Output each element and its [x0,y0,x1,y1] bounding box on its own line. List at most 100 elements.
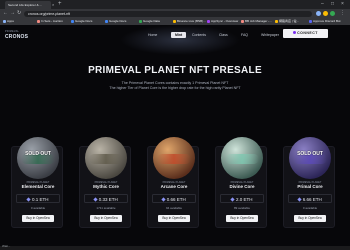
wallet-label: CONNECT [297,31,318,35]
core-card: PRIMEVAL PLANET Arcane Core 0.66 ETH 94 ava… [147,137,199,228]
planet-core-orb [153,137,195,179]
nav-faq[interactable]: FAQ [241,33,248,37]
bookmark-label: Binance Live (BNB)... [177,19,206,23]
bookmark-label: Google Docs [109,19,127,23]
nav-contents[interactable]: Contents [192,33,206,37]
bookmark-label: Apps [7,19,14,23]
extension-icon[interactable] [316,11,321,16]
planet-core-orb [221,137,263,179]
bookmark-item[interactable]: AppSync - Overview [207,18,238,25]
core-name: Divine Core [229,184,255,189]
bookmark-label: BB Job Manager -... [245,19,272,23]
price-value: 0.1 ETH [31,197,49,202]
price-value: 0.66 ETH [166,197,186,202]
bookmark-label: Google Docs [75,19,93,23]
available-count: 1711 available [96,206,116,210]
maximize-icon[interactable]: □ [331,0,334,9]
reload-icon[interactable]: ↻ [17,9,21,18]
browser-tab[interactable]: Second Life Explorer & ... [5,1,51,9]
forward-icon[interactable]: → [10,9,15,18]
available-count: 94 available [165,206,182,210]
eth-icon [230,197,236,202]
menu-kebab-icon[interactable]: ⋮ [340,9,345,18]
buy-in-opensea-button[interactable]: Buy in OpenSea [22,215,54,222]
orb-band [89,154,123,164]
bookmark-favicon-icon [173,19,176,23]
page-title: PRIMEVAL PLANET NFT PRESALE [88,65,262,76]
subtitle-line-2: The higher Tier of Planet Core is the hi… [109,86,241,90]
core-card: SOLD OUT PRIMEVAL PLANET Elemental Core 0.1… [11,137,63,228]
bookmark-favicon-icon [309,19,312,23]
price-value: 6.66 ETH [302,197,322,202]
planet-core-orb [85,137,127,179]
core-price: 6.66 ETH [288,194,332,203]
core-price: 0.66 ETH [152,194,196,203]
core-card: PRIMEVAL PLANET Mythic Core 0.33 ETH 1711 a… [79,137,131,228]
nav-home[interactable]: Home [148,33,157,37]
orb-band [225,154,259,164]
tab-close-icon[interactable]: × [52,1,54,9]
nav-whitepaper[interactable]: Whitepaper [261,33,279,37]
bookmark-favicon-icon [3,19,6,23]
bookmark-label: Approve Discord Bot [313,19,341,23]
planet-core-orb [17,137,59,179]
nav-mint[interactable]: Mint [171,31,187,38]
bookmark-label: 網路商店 | 電... [279,19,299,23]
planet-core-orb [289,137,331,179]
logo-text: CRONOS [5,33,29,40]
subtitle-line-1: The Primeval Planet Cores contains exact… [121,81,229,85]
connect-wallet-button[interactable]: CONNECT [283,29,328,38]
wallet-icon [293,31,297,35]
core-card: PRIMEVAL PLANET Divine Core 2.0 ETH 89 avai… [215,137,267,228]
bookmark-favicon-icon [207,19,210,23]
bookmark-label: Google Data [143,19,160,23]
core-card: SOLD OUT PRIMEVAL PLANET Primal Core 6.66 E… [283,137,335,228]
bookmark-item[interactable]: Apps [3,18,14,25]
price-value: 2.0 ETH [235,197,253,202]
price-value: 0.33 ETH [98,197,118,202]
orb-band [157,154,191,164]
eth-icon [26,197,32,202]
nav-class[interactable]: Class [219,33,228,37]
close-window-icon[interactable]: × [341,0,344,9]
status-text: Wait... [2,244,11,248]
bookmark-item[interactable]: In Sets - Auction [37,18,63,25]
sold-out-label: SOLD OUT [297,151,323,157]
back-icon[interactable]: ← [3,9,8,18]
bookmark-item[interactable]: 網路商店 | 電... [275,18,299,25]
sold-out-label: SOLD OUT [25,151,51,157]
address-bar-row: ← → ↻ cronos.org/prime-planet-nft ⋮ [0,9,350,18]
buy-in-opensea-button[interactable]: Buy in OpenSea [294,215,326,222]
buy-in-opensea-button[interactable]: Buy in OpenSea [226,215,258,222]
available-count: 0 available [30,206,46,210]
eth-icon [297,197,302,202]
presale-page: PRIMEVAL CRONOS Home Mint Contents Class FAQ… [0,25,350,246]
bookmark-item[interactable]: Google Data [139,18,160,25]
minimize-icon[interactable]: – [321,0,324,9]
core-name: Arcane Core [160,184,188,189]
site-logo[interactable]: PRIMEVAL CRONOS [5,30,28,40]
buy-in-opensea-button[interactable]: Buy in OpenSea [158,215,190,222]
bookmark-label: AppSync - Overview [211,19,239,23]
bookmark-item[interactable]: Approve Discord Bot [309,18,341,25]
extension-icon[interactable] [323,11,328,16]
bookmark-item[interactable]: Google Docs [105,18,126,25]
bookmark-item[interactable]: Binance Live (BNB)... [173,18,206,25]
core-price: 0.33 ETH [84,194,128,203]
bookmark-favicon-icon [139,19,142,23]
profile-avatar[interactable] [330,11,335,16]
url-input[interactable]: cronos.org/prime-planet-nft [24,10,312,17]
core-price: 2.0 ETH [220,194,264,203]
eth-icon [93,197,98,202]
bookmark-favicon-icon [275,19,278,23]
core-name: Mythic Core [93,184,119,189]
new-tab-icon[interactable]: + [58,0,62,9]
core-name: Elemental Core [21,184,55,189]
bookmark-item[interactable]: BB Job Manager -... [241,18,272,25]
eth-icon [161,197,166,202]
bookmark-item[interactable]: Google Docs [71,18,92,25]
status-bar: Wait... [0,244,350,250]
bookmark-label: In Sets - Auction [41,19,63,23]
bookmark-favicon-icon [71,19,74,23]
buy-in-opensea-button[interactable]: Buy in OpenSea [90,215,122,222]
